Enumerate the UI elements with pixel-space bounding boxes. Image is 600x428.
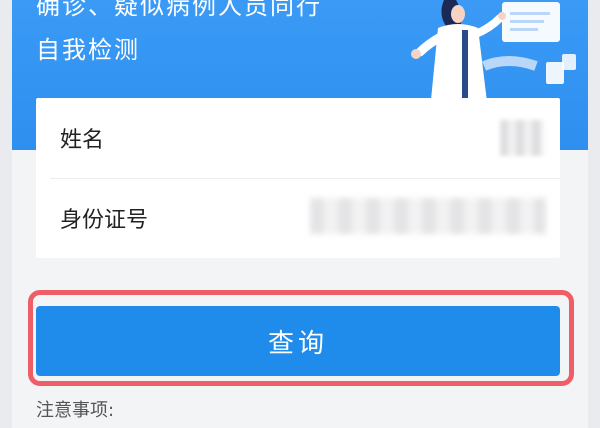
query-button[interactable]: 查询 <box>36 306 560 376</box>
name-row: 姓名 <box>36 98 560 178</box>
name-redaction <box>500 120 544 156</box>
right-margin <box>588 0 600 428</box>
doctor-illustration <box>411 0 576 110</box>
banner-title-line1: 确诊、疑似病例人员同行 <box>36 0 322 20</box>
name-label: 姓名 <box>60 128 105 153</box>
app-screen: 确诊、疑似病例人员同行 自我检测 姓名 身份证号 查询 注意事项: <box>12 0 588 428</box>
query-form-card: 姓名 身份证号 <box>36 98 560 258</box>
id-label: 身份证号 <box>60 208 149 233</box>
notice-title: 注意事项: <box>36 400 115 421</box>
left-margin <box>0 0 12 428</box>
id-redaction <box>310 198 546 234</box>
banner-title-line2: 自我检测 <box>36 36 140 64</box>
